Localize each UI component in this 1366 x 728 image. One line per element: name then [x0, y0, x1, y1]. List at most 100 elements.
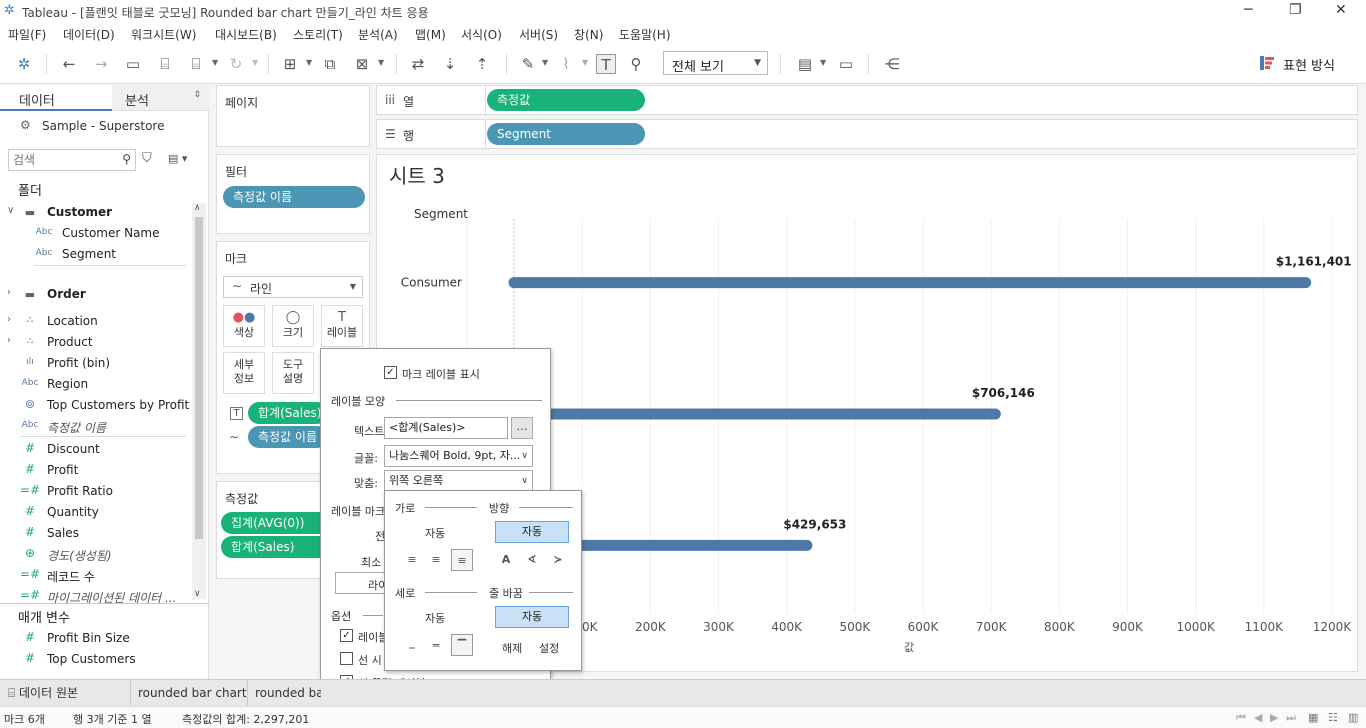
measure-pill-sales[interactable]: 합계(Sales) [221, 536, 331, 558]
tab-sheet-1[interactable]: rounded bar chart [130, 680, 247, 707]
mark-pill-measure-names[interactable]: 측정값 이름 [248, 426, 328, 448]
chevron-down-icon[interactable]: ▼ [820, 58, 826, 67]
measure-pill-avg[interactable]: 집계(AVG(0)) [221, 512, 331, 534]
menu-analysis[interactable]: 분석(A) [358, 26, 398, 43]
scrollbar-thumb[interactable] [195, 217, 203, 539]
new-datasource-icon[interactable]: ⌸ [155, 54, 175, 74]
chevron-down-icon[interactable]: ▼ [212, 58, 218, 67]
filter-pill[interactable]: 측정값 이름 [223, 186, 365, 208]
new-worksheet-icon[interactable]: ⊞ [280, 54, 300, 74]
show-labels-icon[interactable]: T [596, 54, 616, 74]
tab-sheet-2[interactable]: rounded bar c [247, 680, 321, 707]
minimize-icon[interactable]: ─ [1244, 2, 1252, 18]
filters-card[interactable]: 필터 측정값 이름 [216, 154, 370, 234]
mark-pill-sales[interactable]: 합계(Sales) [248, 402, 328, 424]
data-pane-scrollbar[interactable]: ∧ ∨ [192, 203, 206, 599]
folder-customer[interactable]: ∨ ▬ Customer [0, 203, 190, 223]
horizontal-auto-option[interactable]: 자동 [425, 525, 445, 541]
align-right-icon[interactable]: ≡ [451, 549, 473, 571]
vertical-auto-option[interactable]: 자동 [425, 610, 445, 626]
align-center-icon[interactable]: ≡ [425, 549, 447, 571]
font-select[interactable]: 나눔스퀘어 Bold, 9pt, 자... ∨ [384, 445, 533, 467]
sort-ascending-icon[interactable]: ⇣ [440, 54, 460, 74]
label-button[interactable]: T 레이블 [321, 305, 363, 347]
menu-window[interactable]: 창(N) [574, 26, 603, 43]
text-rotate-down-icon[interactable]: ≻ [547, 549, 569, 571]
restore-icon[interactable]: ❐ [1289, 2, 1302, 18]
chevron-down-icon[interactable]: ▼ [378, 58, 384, 67]
next-page-icon[interactable]: ▶ [1270, 711, 1278, 724]
columns-shelf[interactable]: iii 열 측정값 [376, 85, 1358, 116]
presentation-icon[interactable]: ▭ [836, 54, 856, 74]
wrap-auto-button[interactable]: 자동 [495, 606, 569, 628]
chevron-down-icon[interactable]: ▼ [582, 58, 588, 67]
menu-file[interactable]: 파일(F) [8, 26, 46, 43]
filter-icon[interactable]: ⛉ [142, 151, 152, 166]
rows-shelf[interactable]: ☰ 행 Segment [376, 119, 1358, 150]
chevron-down-icon[interactable]: ▼ [252, 58, 258, 67]
wrap-on-option[interactable]: 설정 [539, 640, 559, 656]
undo-icon[interactable]: ← [59, 54, 79, 74]
pages-card[interactable]: 페이지 [216, 85, 370, 147]
tab-analysis[interactable]: 분석 ⇕ [112, 85, 209, 111]
pin-icon[interactable]: ⚲ [626, 54, 646, 74]
menu-dashboard[interactable]: 대시보드(B) [215, 26, 277, 43]
tableau-home-icon[interactable]: ✲ [14, 54, 34, 74]
field-item[interactable]: =# 마이그레이션된 데이터 ... [0, 587, 190, 607]
menu-help[interactable]: 도움말(H) [619, 26, 671, 43]
filmstrip-icon[interactable]: ▥ [1348, 711, 1358, 724]
label-text-field[interactable]: <합계(Sales)> [384, 417, 508, 439]
alignment-select[interactable]: 위쪽 오른쪽 ∨ [384, 470, 533, 492]
tooltip-button[interactable]: 도구 설명 [272, 352, 314, 394]
chevron-up-icon[interactable]: ∧ [194, 203, 201, 213]
field-item[interactable]: # Quantity [0, 503, 190, 523]
parameter-item[interactable]: # Top Customers [0, 650, 190, 670]
field-item[interactable]: › ⛬ Product [0, 333, 190, 353]
chevron-down-icon[interactable]: ▼ [306, 58, 312, 67]
edit-text-button[interactable]: … [511, 417, 533, 439]
menu-server[interactable]: 서버(S) [519, 26, 558, 43]
menu-map[interactable]: 맵(M) [415, 26, 446, 43]
clear-sheet-icon[interactable]: ⊠ [352, 54, 372, 74]
view-size-select[interactable]: 전체 보기 ▼ [663, 51, 768, 75]
valign-middle-icon[interactable]: ═ [425, 635, 447, 657]
valign-top-icon[interactable]: ▔ [451, 634, 473, 656]
field-item[interactable]: Abc Customer Name [0, 224, 190, 244]
field-item[interactable]: # Discount [0, 440, 190, 460]
view-options-icon[interactable]: ▤ ▾ [168, 152, 187, 165]
text-horizontal-icon[interactable]: A [495, 549, 517, 571]
swap-icon[interactable]: ⇄ [408, 54, 428, 74]
share-icon[interactable]: ⋲ [882, 54, 902, 74]
menu-format[interactable]: 서식(O) [461, 26, 502, 43]
field-item[interactable]: =# 레코드 수 [0, 566, 190, 586]
grid-view-icon[interactable]: ▦ [1308, 711, 1318, 724]
field-item[interactable]: # Profit [0, 461, 190, 481]
parameter-item[interactable]: # Profit Bin Size [0, 629, 190, 649]
save-icon[interactable]: ▭ [123, 54, 143, 74]
search-field[interactable]: ⚲ [8, 149, 136, 171]
option-2-checkbox[interactable] [340, 652, 353, 665]
valign-bottom-icon[interactable]: ⎯ [401, 637, 423, 659]
field-item[interactable]: =# Profit Ratio [0, 482, 190, 502]
menu-data[interactable]: 데이터(D) [63, 26, 115, 43]
refresh-icon[interactable]: ↻ [226, 54, 246, 74]
field-item[interactable]: ⊚ Top Customers by Profit [0, 396, 190, 416]
color-button[interactable]: ●● 색상 [223, 305, 265, 347]
first-page-icon[interactable]: ⏮ [1236, 711, 1246, 725]
redo-icon[interactable]: → [91, 54, 111, 74]
duplicate-icon[interactable]: ⧉ [320, 54, 340, 74]
attach-icon[interactable]: ⌇ [556, 54, 576, 74]
field-item[interactable]: Abc Region [0, 375, 190, 395]
text-rotate-up-icon[interactable]: ∢ [521, 549, 543, 571]
show-cards-icon[interactable]: ▤ [795, 54, 815, 74]
folder-order[interactable]: › ▬ Order [0, 285, 190, 305]
align-left-icon[interactable]: ≡ [401, 549, 423, 571]
tab-datasource[interactable]: ⌸ 데이터 원본 [0, 680, 130, 707]
menu-story[interactable]: 스토리(T) [293, 26, 343, 43]
last-page-icon[interactable]: ⏭ [1286, 711, 1296, 725]
mark-type-select[interactable]: ∼ 라인 ▼ [223, 276, 363, 298]
chevron-down-icon[interactable]: ▼ [542, 58, 548, 67]
sort-descending-icon[interactable]: ⇡ [472, 54, 492, 74]
field-item[interactable]: ılı Profit (bin) [0, 354, 190, 374]
menu-worksheet[interactable]: 워크시트(W) [131, 26, 196, 43]
